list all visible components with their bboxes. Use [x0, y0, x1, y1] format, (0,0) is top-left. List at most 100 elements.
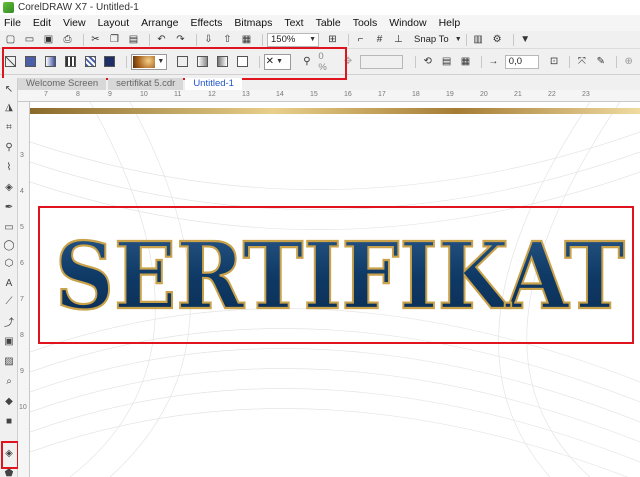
transparency-icon[interactable]: ⚲: [299, 55, 314, 69]
ruler-label: 14: [276, 91, 284, 98]
menu-tools[interactable]: Tools: [353, 17, 378, 29]
ellipse-tool-icon[interactable]: ◯: [2, 238, 16, 252]
ruler-label: 9: [108, 91, 112, 98]
cut-icon[interactable]: ✂: [88, 33, 103, 47]
uniform-fill-icon[interactable]: [23, 54, 38, 69]
options-icon[interactable]: ⚙: [490, 33, 505, 47]
drawing-canvas[interactable]: SERTIFIKAT: [30, 102, 640, 477]
ruler-label: 8: [76, 91, 80, 98]
save-icon[interactable]: ▣: [41, 33, 56, 47]
vertical-ruler[interactable]: 3 4 5 6 7 8 9 10: [18, 102, 30, 477]
full-screen-icon[interactable]: ⊞: [325, 33, 340, 47]
menu-file[interactable]: File: [4, 17, 21, 29]
nudge-input[interactable]: 0,0: [504, 54, 539, 69]
linear-transparency-icon[interactable]: [195, 54, 210, 69]
standard-toolbar: ▢ ▭ ▣ ⎙ ✂ ❐ ▤ ↶ ↷ ⇩ ⇧ ▦ 150% ▼ ⊞ ⌐ # ⊥ Sn…: [0, 31, 640, 49]
tab-sertifikat[interactable]: sertifikat 5.cdr: [108, 78, 184, 90]
gradient-edit-icon[interactable]: ▤: [439, 55, 454, 69]
dimension-tool-icon[interactable]: ⟋: [2, 294, 16, 308]
publish-pdf-icon[interactable]: ▦: [239, 33, 254, 47]
tab-welcome-screen[interactable]: Welcome Screen: [18, 78, 107, 90]
copy-properties-icon[interactable]: ⤧: [574, 55, 589, 69]
transparency-value[interactable]: 0 %: [318, 51, 334, 73]
menu-help[interactable]: Help: [439, 17, 461, 29]
show-grid-icon[interactable]: #: [372, 33, 387, 47]
window-title: CorelDRAW X7 - Untitled-1: [18, 2, 139, 13]
tab-untitled[interactable]: Untitled-1: [185, 78, 242, 90]
zoom-tool-icon[interactable]: ⚲: [2, 140, 16, 154]
redo-icon[interactable]: ↷: [173, 33, 188, 47]
menu-effects[interactable]: Effects: [190, 17, 222, 29]
show-guidelines-icon[interactable]: ⊥: [391, 33, 406, 47]
shape-tool-icon[interactable]: ◮: [2, 100, 16, 114]
ruler-label: 19: [446, 91, 454, 98]
pick-tool-icon[interactable]: ↖: [2, 82, 16, 96]
zoom-level-dropdown[interactable]: 150% ▼: [267, 32, 319, 47]
ruler-label: 16: [344, 91, 352, 98]
menu-arrange[interactable]: Arrange: [141, 17, 178, 29]
fill-picker-dropdown[interactable]: ▼: [131, 53, 168, 70]
drop-shadow-tool-icon[interactable]: ▣: [2, 334, 16, 348]
artistic-media-tool-icon[interactable]: ✒: [2, 200, 16, 214]
snap-to-dropdown[interactable]: Snap To: [414, 34, 449, 45]
menu-layout[interactable]: Layout: [98, 17, 130, 29]
copy-icon[interactable]: ❐: [107, 33, 122, 47]
chevron-down-icon: ▼: [454, 36, 462, 43]
merge-mode-dropdown[interactable]: ✕ ▼: [263, 53, 292, 70]
polygon-tool-icon[interactable]: ⬡: [2, 256, 16, 270]
freeze-icon[interactable]: ✥: [341, 55, 356, 69]
separator: [258, 55, 260, 68]
toolbox: ↖ ◮ ⌗ ⚲ ⌇ ◈ ✒ ▭ ◯ ⬡ A ⟋ ⤴ ▣ ▨ ⌕ ◆ ■ ◈ ⬟: [0, 78, 19, 477]
vector-pattern-fill-icon[interactable]: [63, 54, 78, 69]
menu-view[interactable]: View: [63, 17, 86, 29]
open-folder-icon[interactable]: ▭: [22, 33, 37, 47]
conical-transparency-icon[interactable]: [235, 54, 250, 69]
flat-transparency-icon[interactable]: [175, 54, 190, 69]
copy-fill-icon[interactable]: ▦: [458, 55, 473, 69]
ruler-label: 10: [140, 91, 148, 98]
import-icon[interactable]: ⇩: [201, 33, 216, 47]
undo-icon[interactable]: ↶: [154, 33, 169, 47]
transparency-slider[interactable]: [359, 54, 404, 69]
smart-fill-tool-icon[interactable]: ◈: [2, 180, 16, 194]
no-fill-icon[interactable]: [3, 54, 18, 69]
add-icon[interactable]: ⊕: [621, 55, 636, 69]
radial-transparency-icon[interactable]: [215, 54, 230, 69]
fountain-fill-icon[interactable]: [43, 54, 58, 69]
paste-icon[interactable]: ▤: [126, 33, 141, 47]
eyedropper-tool-icon[interactable]: ⌕: [2, 374, 16, 388]
scale-fill-icon[interactable]: ⊡: [547, 55, 562, 69]
application-launcher-icon[interactable]: ▼: [518, 33, 533, 47]
text-tool-icon[interactable]: A: [2, 276, 16, 290]
color-swatch-icon[interactable]: ■: [2, 414, 16, 428]
print-icon[interactable]: ⎙: [60, 33, 75, 47]
outline-pen-tool-icon[interactable]: ◆: [2, 394, 16, 408]
ruler-label: 9: [20, 368, 24, 375]
menu-window[interactable]: Window: [389, 17, 426, 29]
menu-table[interactable]: Table: [316, 17, 341, 29]
separator: [569, 55, 571, 68]
menu-bitmaps[interactable]: Bitmaps: [234, 17, 272, 29]
transparency-tool-icon[interactable]: ▨: [2, 354, 16, 368]
ruler-label: 17: [378, 91, 386, 98]
export-icon[interactable]: ⇧: [220, 33, 235, 47]
ruler-label: 5: [20, 224, 24, 231]
reverse-icon[interactable]: ⟲: [420, 55, 435, 69]
menu-edit[interactable]: Edit: [33, 17, 51, 29]
bitmap-pattern-fill-icon[interactable]: [83, 54, 98, 69]
edit-fill-icon[interactable]: ✎: [593, 55, 608, 69]
connector-tool-icon[interactable]: ⤴: [2, 314, 16, 329]
texture-fill-icon[interactable]: [102, 54, 117, 69]
menu-text[interactable]: Text: [284, 17, 303, 29]
rectangle-tool-icon[interactable]: ▭: [2, 220, 16, 234]
separator: [126, 55, 128, 68]
menu-bar: File Edit View Layout Arrange Effects Bi…: [0, 15, 640, 31]
horizontal-ruler[interactable]: 7 8 9 10 11 12 13 14 15 16 17 18 19 20 2…: [18, 90, 640, 102]
separator: [415, 55, 417, 68]
welcome-screen-icon[interactable]: ▥: [471, 33, 486, 47]
show-rulers-icon[interactable]: ⌐: [353, 33, 368, 47]
crop-tool-icon[interactable]: ⌗: [2, 120, 16, 134]
freehand-tool-icon[interactable]: ⌇: [2, 160, 16, 174]
arrow-right-icon: →: [488, 56, 499, 67]
new-document-icon[interactable]: ▢: [3, 33, 18, 47]
